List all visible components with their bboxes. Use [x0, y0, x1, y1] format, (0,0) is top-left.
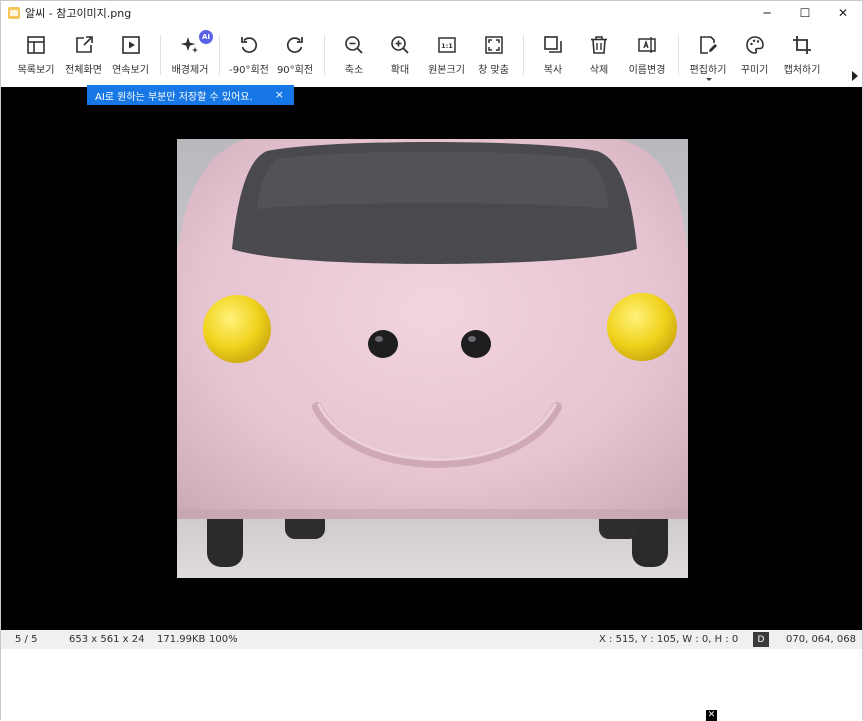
delete-icon	[591, 36, 607, 54]
rotate-left-icon	[241, 37, 258, 53]
original-size-icon: 1:1	[437, 37, 456, 53]
edit-icon	[700, 36, 717, 54]
fullscreen-icon	[75, 36, 93, 53]
displayed-image	[177, 139, 688, 578]
file-size: 171.99KB	[157, 634, 206, 645]
rotate-left-label: -90°회전	[229, 65, 269, 76]
ai-tooltip-text: AI로 원하는 부분만 저장할 수 있어요.	[95, 91, 253, 103]
page-counter: 5 / 5	[15, 634, 38, 645]
capture-button[interactable]: 캡처하기	[778, 25, 826, 87]
ad-close-button[interactable]: ✕	[706, 710, 717, 721]
copy-icon	[544, 36, 562, 53]
list-view-label: 목록보기	[17, 65, 55, 76]
copy-button[interactable]: 복사	[530, 25, 576, 87]
zoom-out-button[interactable]: 축소	[331, 25, 377, 87]
zoom-level: 100%	[209, 634, 238, 645]
zoom-out-label: 축소	[344, 65, 364, 76]
delete-button[interactable]: 삭제	[576, 25, 622, 87]
ai-tooltip: AI로 원하는 부분만 저장할 수 있어요. ×	[87, 85, 294, 105]
image-viewer[interactable]	[1, 87, 862, 630]
title-bar[interactable]: 알씨 - 참고이미지.png ─ ☐ ✕	[1, 1, 862, 25]
decorate-palette-icon	[745, 36, 764, 54]
original-size-button[interactable]: 1:1 원본크기	[423, 25, 470, 87]
slideshow-label: 연속보기	[112, 65, 149, 76]
car-illustration	[177, 139, 688, 578]
original-size-glyph: 1:1	[441, 42, 453, 50]
fullscreen-button[interactable]: 전체화면	[60, 25, 107, 87]
pixel-color-value: 070, 064, 068	[786, 634, 856, 645]
cursor-coordinates: X : 515, Y : 105, W : 0, H : 0	[599, 634, 739, 645]
fullscreen-label: 전체화면	[65, 65, 102, 76]
rotate-right-icon	[286, 37, 303, 53]
status-bar: 5 / 5 653 x 561 x 24 171.99KB 100% X : 5…	[1, 630, 862, 649]
app-window: 알씨 - 참고이미지.png ─ ☐ ✕ 목록보기 전체화면 연속보기 AI 배…	[0, 0, 863, 721]
d-badge[interactable]: D	[753, 632, 769, 647]
toolbar-divider	[160, 35, 161, 75]
edit-button[interactable]: 편집하기	[685, 25, 731, 87]
slideshow-button[interactable]: 연속보기	[107, 25, 154, 87]
fit-window-icon	[484, 36, 503, 54]
delete-label: 삭제	[589, 65, 609, 76]
fit-window-button[interactable]: 창 맞춤	[470, 25, 517, 87]
tooltip-close-button[interactable]: ×	[275, 88, 284, 101]
background-remove-icon	[180, 37, 198, 53]
zoom-in-button[interactable]: 확대	[377, 25, 423, 87]
toolbar-divider	[219, 35, 220, 75]
ad-area: ✕	[1, 649, 862, 721]
window-controls: ─ ☐ ✕	[748, 1, 862, 25]
original-size-label: 원본크기	[428, 65, 465, 76]
app-logo-icon	[8, 7, 20, 19]
zoom-in-label: 확대	[390, 65, 410, 76]
image-dimensions: 653 x 561 x 24	[69, 634, 145, 645]
edit-dropdown-caret-icon[interactable]	[706, 78, 712, 81]
list-view-button[interactable]: 목록보기	[12, 25, 60, 87]
toolbar-divider	[523, 35, 524, 75]
background-remove-label: 배경제거	[171, 65, 209, 76]
close-button[interactable]: ✕	[824, 1, 862, 25]
decorate-button[interactable]: 꾸미기	[731, 25, 778, 87]
maximize-button[interactable]: ☐	[786, 1, 824, 25]
slideshow-icon	[121, 36, 140, 54]
ai-badge: AI	[199, 30, 213, 44]
rotate-right-button[interactable]: 90°회전	[272, 25, 318, 87]
minimize-button[interactable]: ─	[748, 1, 786, 25]
toolbar-divider	[678, 35, 679, 75]
toolbar-divider	[324, 35, 325, 75]
window-title: 알씨 - 참고이미지.png	[25, 7, 132, 20]
zoom-in-icon	[391, 36, 409, 54]
rename-label: 이름변경	[628, 65, 666, 76]
toolbar-more-arrow-icon[interactable]	[852, 71, 858, 81]
rotate-right-label: 90°회전	[276, 65, 314, 76]
rotate-left-button[interactable]: -90°회전	[226, 25, 272, 87]
capture-label: 캡처하기	[783, 65, 821, 76]
copy-label: 복사	[543, 65, 563, 76]
fit-window-label: 창 맞춤	[478, 65, 509, 76]
toolbar: 목록보기 전체화면 연속보기 AI 배경제거 -90°회전 90°회전 축소 확…	[1, 25, 862, 87]
capture-crop-icon	[793, 36, 811, 54]
edit-label: 편집하기	[689, 65, 727, 76]
decorate-label: 꾸미기	[740, 65, 769, 76]
list-view-icon	[27, 36, 45, 54]
background-remove-button[interactable]: AI 배경제거	[167, 25, 213, 87]
rename-button[interactable]: 이름변경	[622, 25, 672, 87]
zoom-out-icon	[345, 36, 363, 54]
rename-icon	[638, 37, 656, 53]
